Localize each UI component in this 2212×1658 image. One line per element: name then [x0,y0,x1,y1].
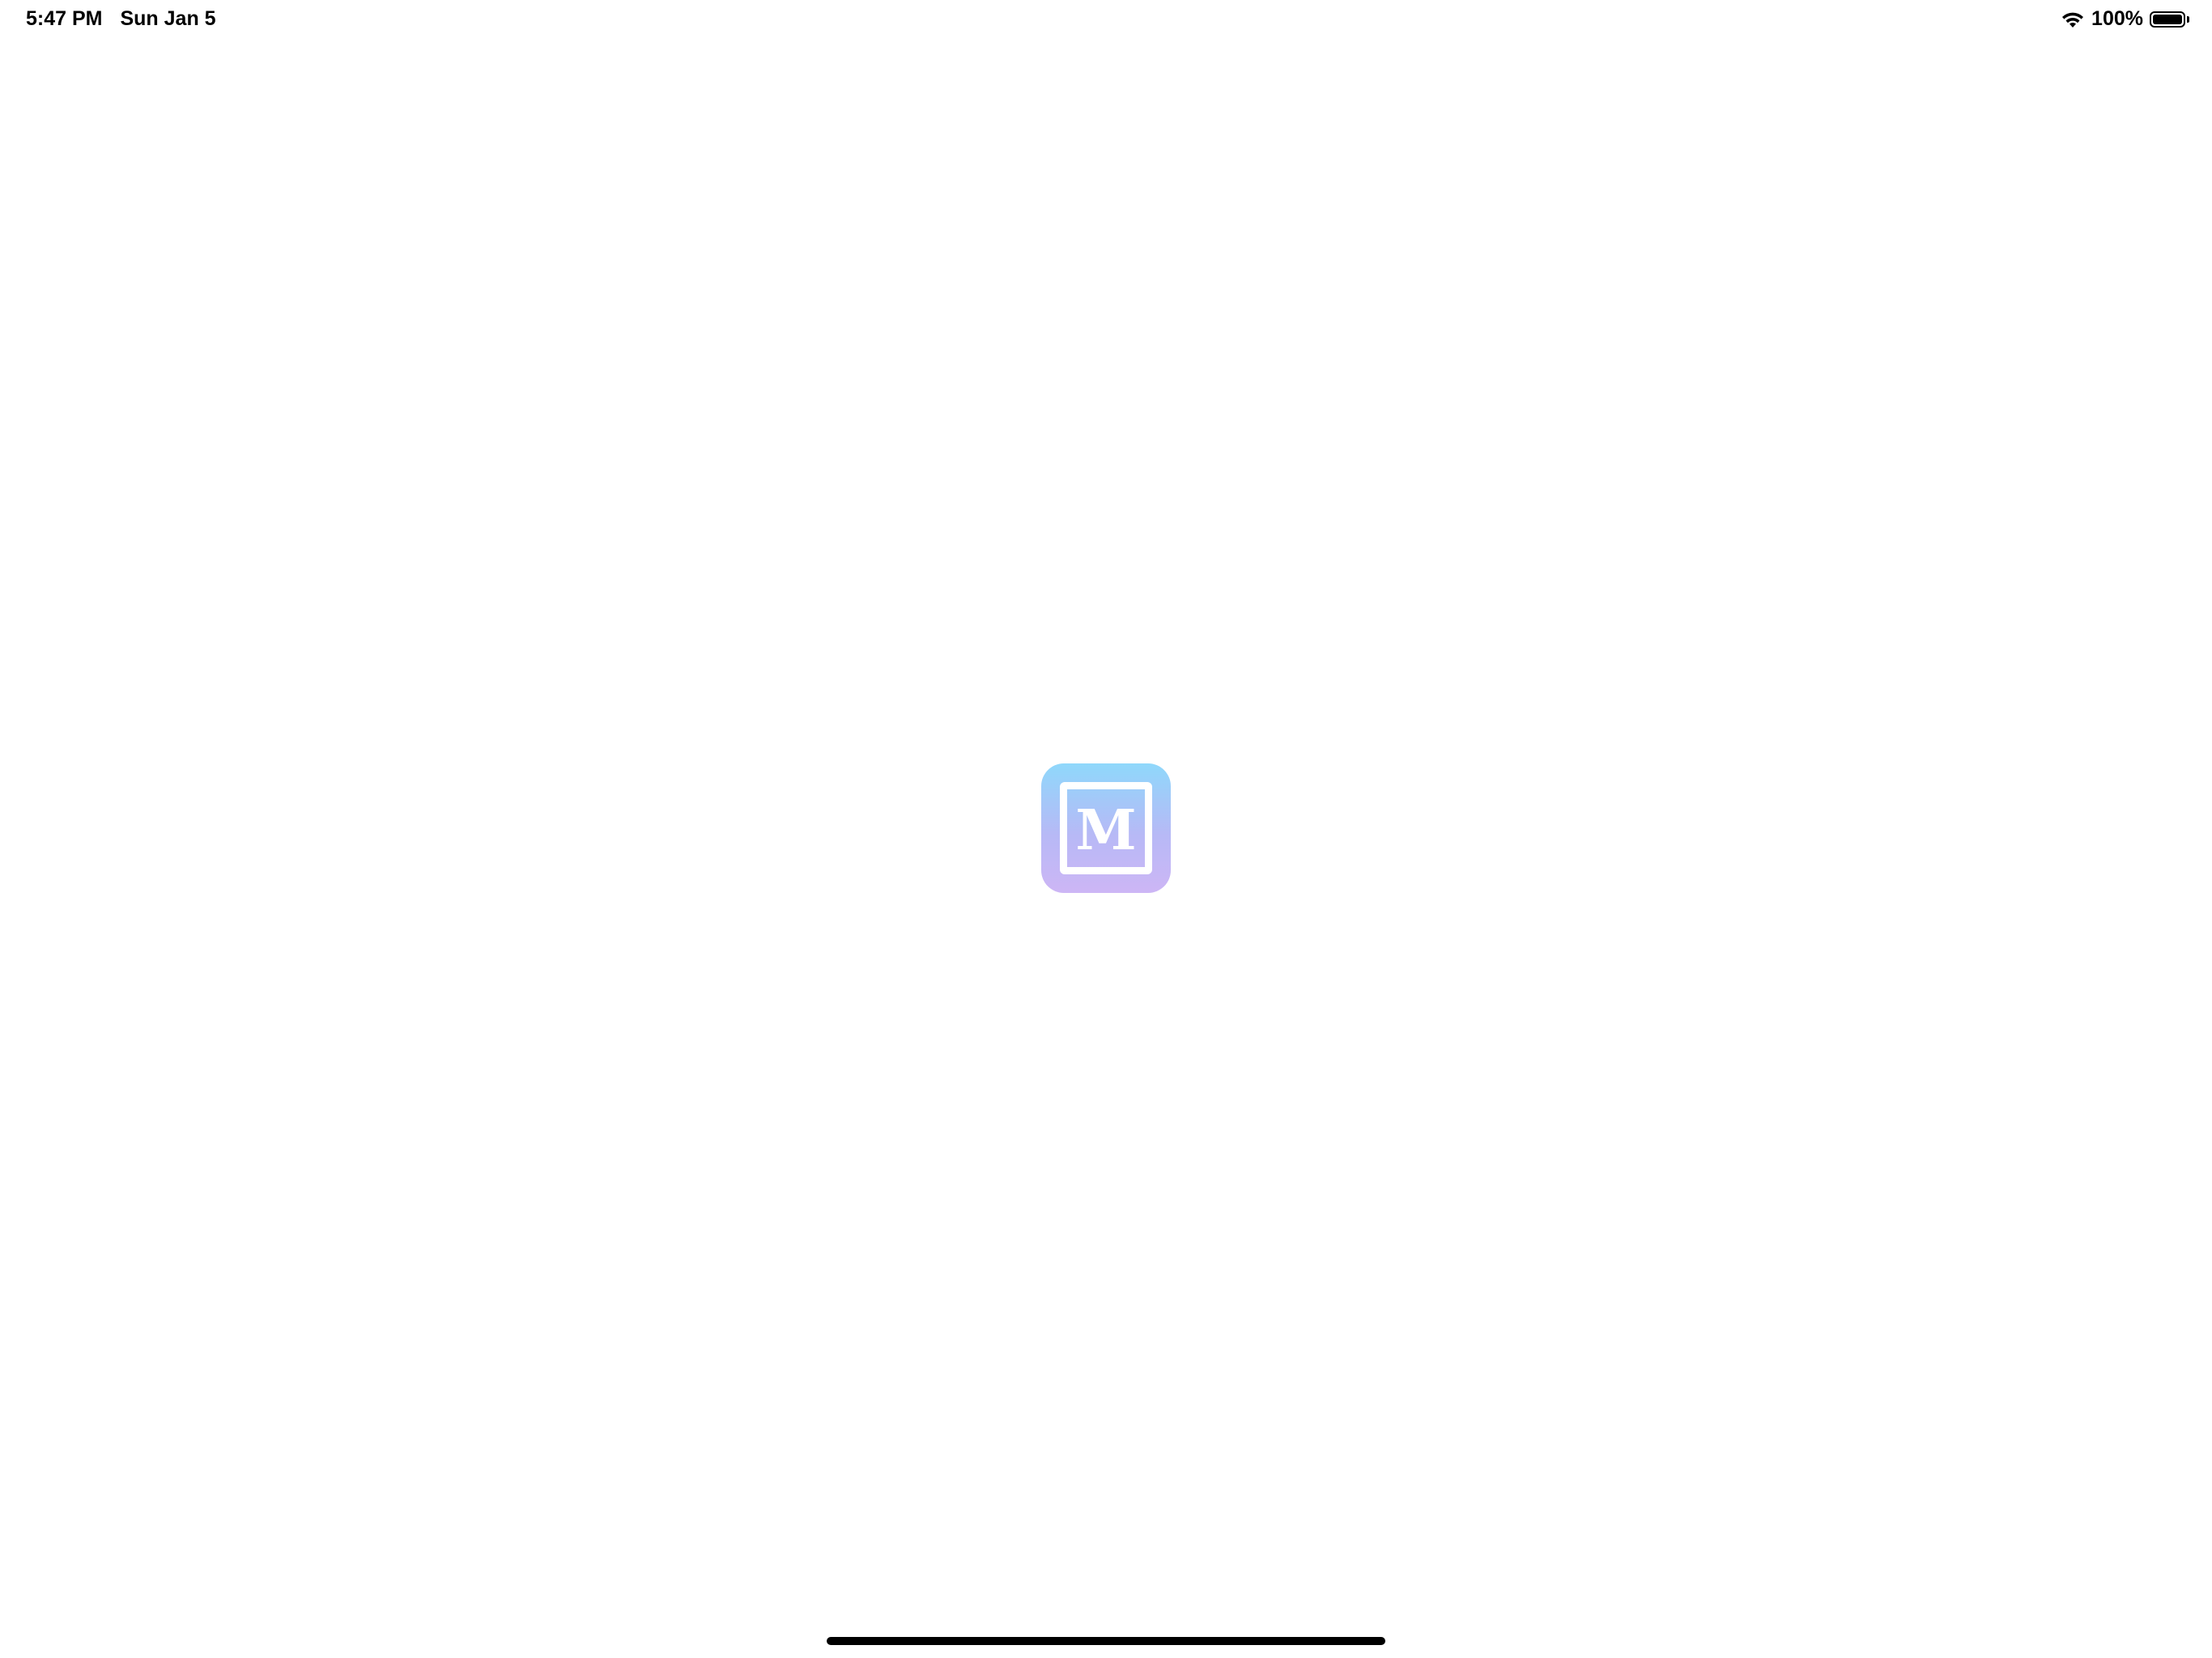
battery-icon [2150,11,2189,28]
status-time: 5:47 PM [26,7,103,30]
app-logo: M [1041,763,1171,893]
battery-fill [2153,14,2182,24]
battery-body [2150,11,2185,28]
status-date: Sun Jan 5 [120,7,216,30]
status-bar: 5:47 PM Sun Jan 5 100% [0,0,2212,39]
logo-frame: M [1060,782,1152,874]
logo-letter: M [1075,798,1137,863]
wifi-icon [2061,11,2085,28]
splash-screen: 5:47 PM Sun Jan 5 100% M [0,0,2212,1658]
battery-percent: 100% [2091,7,2143,30]
status-right: 100% [2061,7,2189,31]
battery-cap [2187,15,2189,23]
home-indicator[interactable] [827,1637,1385,1645]
status-left: 5:47 PM Sun Jan 5 [26,7,216,31]
